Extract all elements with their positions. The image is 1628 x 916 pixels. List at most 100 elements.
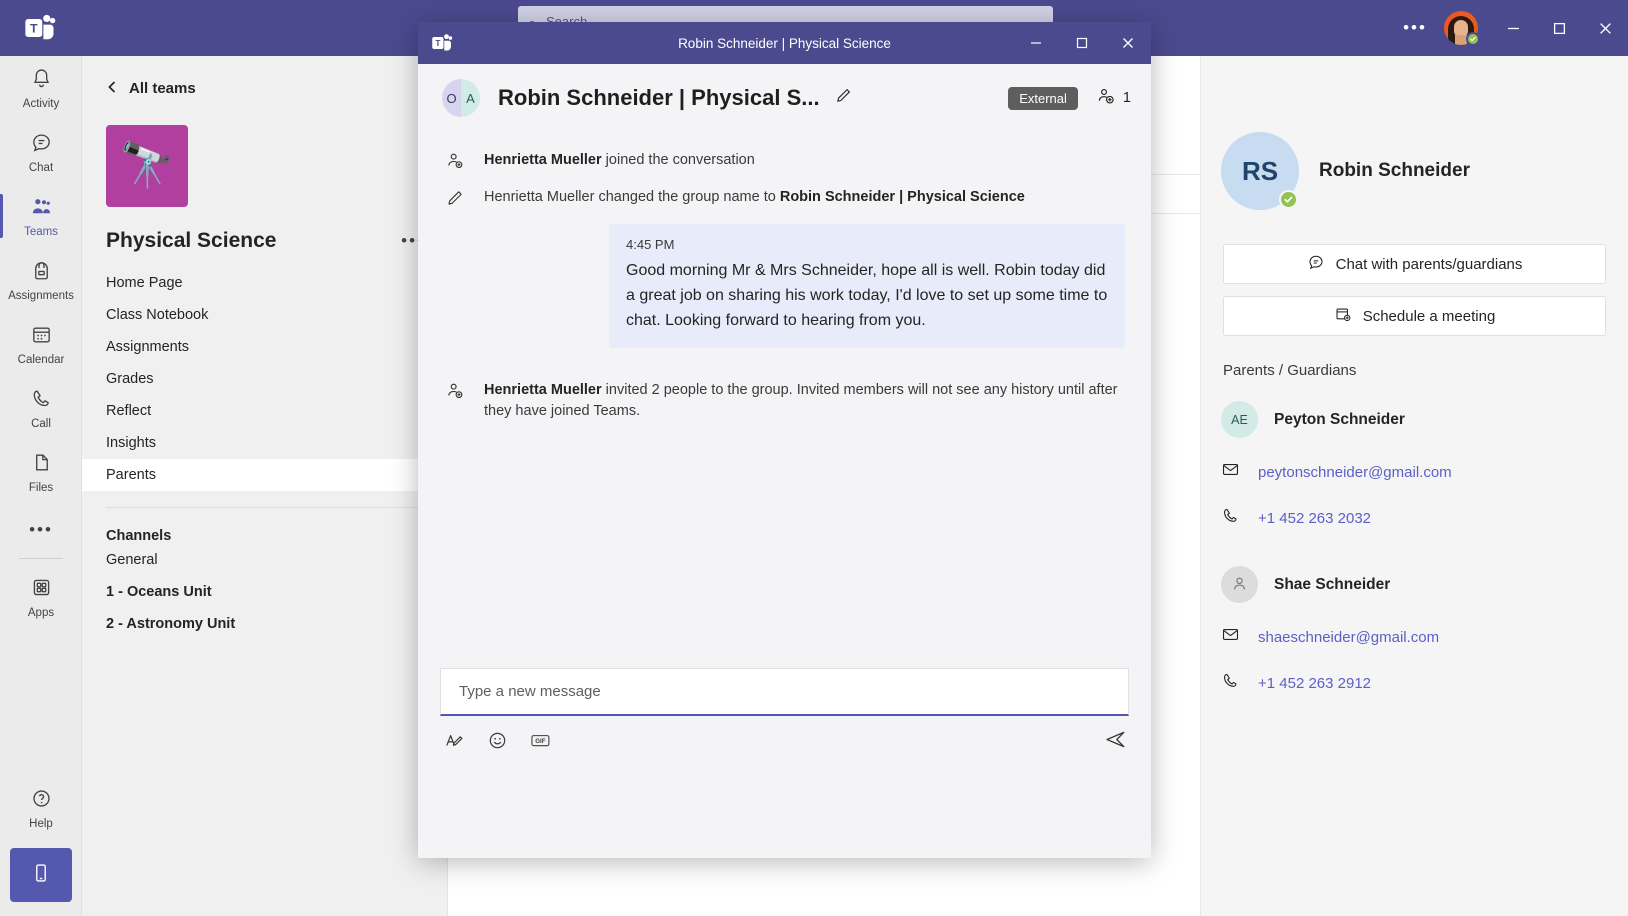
chat-title: Robin Schneider | Physical S... — [498, 85, 820, 111]
team-nav-item-assignments[interactable]: Assignments — [82, 331, 447, 363]
sidebar-item-calendar[interactable]: Calendar — [0, 312, 82, 376]
button-label: Schedule a meeting — [1363, 308, 1496, 325]
message-input[interactable] — [459, 683, 1128, 700]
calendar-add-icon — [1334, 305, 1352, 327]
sidebar-item-label: Calendar — [18, 354, 65, 366]
sidebar-item-call[interactable]: Call — [0, 376, 82, 440]
channel-item-oceans-unit[interactable]: 1 - Oceans Unit — [82, 576, 447, 608]
contact-name: Peyton Schneider — [1274, 411, 1405, 429]
format-icon[interactable] — [444, 730, 465, 751]
contact-header: AE Peyton Schneider — [1221, 379, 1628, 438]
channels-header: Channels — [82, 508, 447, 544]
minimize-button[interactable] — [1490, 0, 1536, 56]
team-nav-item-parents[interactable]: Parents — [82, 459, 447, 491]
contact-email-row[interactable]: peytonschneider@gmail.com — [1221, 438, 1628, 484]
sidebar-item-teams[interactable]: Teams — [0, 184, 82, 248]
channel-item-general[interactable]: General — [82, 544, 447, 576]
phone-icon — [1221, 671, 1240, 695]
svg-text:T: T — [435, 39, 440, 48]
sidebar-item-label: Help — [29, 818, 53, 830]
contact-email: shaeschneider@gmail.com — [1258, 629, 1439, 646]
team-nav-item-home-page[interactable]: Home Page — [82, 267, 447, 299]
sidebar-item-label: Teams — [24, 226, 58, 238]
nav-item-label: Class Notebook — [106, 307, 208, 323]
giphy-icon[interactable]: GIF — [530, 730, 551, 751]
nav-item-label: Insights — [106, 435, 156, 451]
message-body: joined the conversation — [602, 152, 755, 168]
contact-phone-row[interactable]: +1 452 263 2032 — [1221, 484, 1628, 530]
team-nav-item-grades[interactable]: Grades — [82, 363, 447, 395]
schedule-meeting-button[interactable]: Schedule a meeting — [1223, 296, 1606, 336]
team-nav-item-class-notebook[interactable]: Class Notebook — [82, 299, 447, 331]
teams-icon — [30, 195, 53, 223]
avatar-initial-right: A — [461, 79, 480, 117]
avatar-initials: RS — [1242, 156, 1278, 187]
system-message-text: Henrietta Mueller changed the group name… — [484, 187, 1025, 208]
pencil-icon — [444, 187, 466, 208]
avatar-initials: AE — [1231, 413, 1248, 427]
participants-button[interactable]: 1 — [1096, 86, 1131, 110]
message-compose-box[interactable] — [440, 668, 1129, 716]
team-nav-item-insights[interactable]: Insights — [82, 427, 447, 459]
team-nav-item-reflect[interactable]: Reflect — [82, 395, 447, 427]
chat-with-parents-button[interactable]: Chat with parents/guardians — [1223, 244, 1606, 284]
maximize-button[interactable] — [1536, 0, 1582, 56]
popup-maximize-button[interactable] — [1059, 22, 1105, 64]
sidebar-item-activity[interactable]: Activity — [0, 56, 82, 120]
chat-header-right: External 1 — [1008, 64, 1131, 132]
contact-email-row[interactable]: shaeschneider@gmail.com — [1221, 603, 1628, 649]
apps-icon — [30, 576, 53, 604]
compose-area: GIF — [418, 668, 1151, 784]
send-button[interactable] — [1104, 728, 1127, 751]
contact-phone-row[interactable]: +1 452 263 2912 — [1221, 649, 1628, 695]
list-item: AE Peyton Schneider peytonschneider@gmai… — [1201, 379, 1628, 530]
all-teams-back-button[interactable]: All teams — [82, 56, 447, 97]
app-more-menu-button[interactable]: ••• — [1392, 0, 1438, 56]
system-message-text: Henrietta Mueller joined the conversatio… — [484, 150, 755, 171]
chat-message-list: Henrietta Mueller joined the conversatio… — [418, 132, 1151, 784]
popup-minimize-button[interactable] — [1013, 22, 1059, 64]
new-group-name: Robin Schneider | Physical Science — [780, 189, 1025, 205]
team-sidebar: All teams 🔭 Physical Science ••• Home Pa… — [82, 56, 448, 916]
button-label: Chat with parents/guardians — [1336, 256, 1523, 273]
nav-item-label: Grades — [106, 371, 154, 387]
teams-app-window: T Search ••• — [0, 0, 1628, 916]
file-icon — [30, 451, 53, 479]
sidebar-item-chat[interactable]: Chat — [0, 120, 82, 184]
nav-item-label: Parents — [106, 467, 156, 483]
person-add-icon — [444, 380, 466, 401]
app-nav-rail: Activity Chat Teams — [0, 56, 82, 916]
person-add-icon — [444, 150, 466, 171]
contact-phone: +1 452 263 2032 — [1258, 510, 1371, 527]
message-bubble[interactable]: 4:45 PM Good morning Mr & Mrs Schneider,… — [609, 224, 1125, 348]
popup-close-button[interactable] — [1105, 22, 1151, 64]
user-avatar[interactable] — [1444, 11, 1478, 45]
sidebar-item-files[interactable]: Files — [0, 440, 82, 504]
nav-item-label: Reflect — [106, 403, 151, 419]
sidebar-item-apps[interactable]: Apps — [0, 565, 82, 629]
svg-text:GIF: GIF — [535, 738, 545, 745]
teams-logo-icon: T — [22, 10, 58, 46]
help-icon — [30, 787, 53, 815]
sidebar-item-help[interactable]: Help — [0, 776, 82, 840]
sidebar-item-assignments[interactable]: Assignments — [0, 248, 82, 312]
chat-icon — [1307, 253, 1325, 275]
nav-item-label: Assignments — [106, 339, 189, 355]
sidebar-more-apps-button[interactable]: ••• — [0, 504, 82, 556]
chat-popup-window: T Robin Schneider | Physical Science — [418, 22, 1151, 858]
nav-item-label: Home Page — [106, 275, 183, 291]
edit-group-name-button[interactable] — [834, 86, 853, 110]
list-item: Shae Schneider shaeschneider@gmail.com — [1201, 544, 1628, 695]
window-controls-group: ••• — [1392, 0, 1628, 56]
pencil-icon — [834, 86, 853, 110]
channel-label: 2 - Astronomy Unit — [106, 616, 235, 632]
compose-toolbar: GIF — [418, 716, 1151, 751]
get-mobile-app-button[interactable] — [10, 848, 72, 902]
system-message-joined: Henrietta Mueller joined the conversatio… — [444, 150, 1125, 171]
sidebar-item-label: Assignments — [8, 290, 74, 302]
channel-item-astronomy-unit[interactable]: 2 - Astronomy Unit — [82, 608, 447, 640]
contact-header: Shae Schneider — [1221, 544, 1628, 603]
page-title: Physical Science — [106, 229, 276, 253]
emoji-icon[interactable] — [487, 730, 508, 751]
close-button[interactable] — [1582, 0, 1628, 56]
